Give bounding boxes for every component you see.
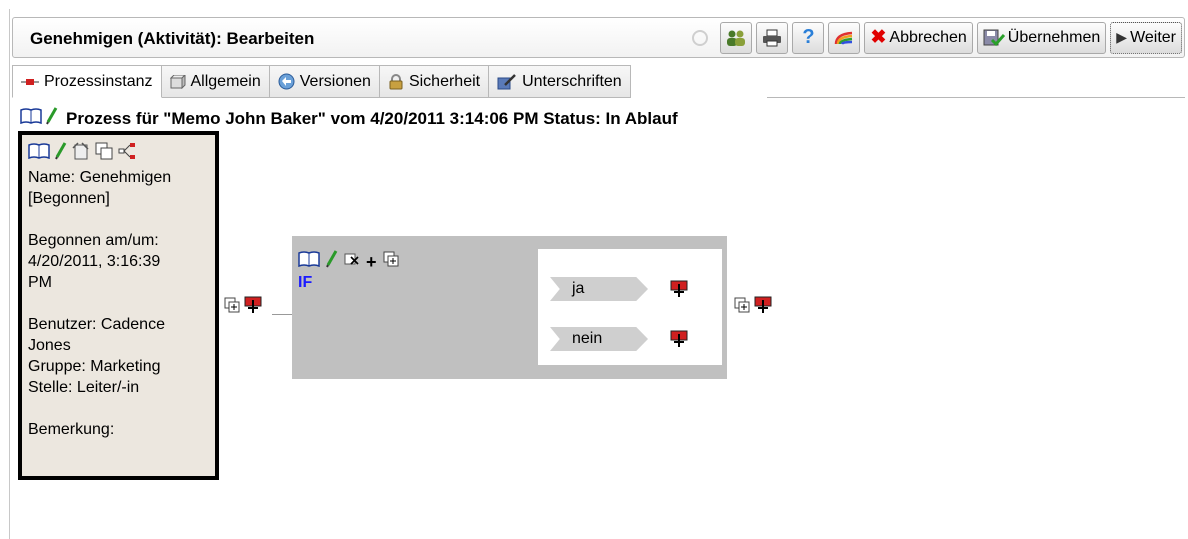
signature-icon xyxy=(497,73,517,90)
edit-pencil-icon[interactable] xyxy=(326,250,338,273)
tab-label: Prozessinstanz xyxy=(44,72,153,90)
tab-label: Versionen xyxy=(299,72,371,90)
next-button[interactable]: ▶ Weiter xyxy=(1110,21,1182,54)
delegate-icon[interactable] xyxy=(72,142,90,166)
tab-allgemein[interactable]: Allgemein xyxy=(161,65,270,98)
branch-label: ja xyxy=(550,277,648,301)
process-instance-icon xyxy=(21,77,39,87)
activity-user: Benutzer: Cadence xyxy=(28,316,165,333)
add-activity-icon[interactable] xyxy=(754,296,772,319)
branch-container: ja nein xyxy=(538,249,722,365)
loading-indicator-icon xyxy=(692,29,709,46)
activity-icons xyxy=(28,142,209,166)
add-activity-icon[interactable] xyxy=(244,296,262,319)
activity-remark: Bemerkung: xyxy=(28,421,115,438)
book-icon[interactable] xyxy=(298,251,320,272)
tab-sicherheit[interactable]: Sicherheit xyxy=(379,65,490,98)
tab-label: Unterschriften xyxy=(522,72,622,90)
rainbow-icon xyxy=(834,30,854,46)
cancel-button[interactable]: ✖ Abbrechen xyxy=(864,21,973,54)
tab-unterschriften[interactable]: Unterschriften xyxy=(489,65,631,98)
tab-prozessinstanz[interactable]: Prozessinstanz xyxy=(12,65,162,98)
dialog-header: Genehmigen (Aktivität): Bearbeiten ? ✖ A… xyxy=(12,17,1185,58)
page-title: Genehmigen (Aktivität): Bearbeiten xyxy=(30,29,315,48)
activity-started-label: Begonnen am/um: xyxy=(28,232,159,249)
if-label: IF xyxy=(298,274,313,291)
book-icon[interactable] xyxy=(28,143,50,165)
apply-button-label: Übernehmen xyxy=(1007,28,1101,46)
activity-user-cont: Jones xyxy=(28,337,71,354)
tab-label: Allgemein xyxy=(190,72,261,90)
activity-position: Stelle: Leiter/-in xyxy=(28,379,140,396)
help-icon: ? xyxy=(802,26,815,48)
play-icon: ▶ xyxy=(1116,29,1128,45)
branch-nein[interactable]: nein xyxy=(550,327,688,351)
edit-pencil-icon[interactable] xyxy=(46,107,58,130)
tab-divider xyxy=(767,97,1185,98)
activity-status: [Begonnen] xyxy=(28,190,110,207)
versions-icon xyxy=(278,73,295,90)
right-connector xyxy=(734,296,772,319)
apply-button[interactable]: Übernehmen xyxy=(976,21,1107,54)
left-connector xyxy=(224,296,262,319)
color-button[interactable] xyxy=(828,21,861,54)
toolbar: ? ✖ Abbrechen Übernehmen ▶ Weiter xyxy=(692,21,1182,54)
activity-started-date: 4/20/2011, 3:16:39 xyxy=(28,253,161,270)
if-icons: + xyxy=(298,250,399,273)
activity-info-box[interactable]: Name: Genehmigen [Begonnen] Begonnen am/… xyxy=(18,131,219,480)
flow-icon[interactable] xyxy=(118,142,136,166)
print-button[interactable] xyxy=(756,21,789,54)
activity-name: Name: Genehmigen xyxy=(28,169,172,186)
book-icon[interactable] xyxy=(20,108,42,129)
printer-icon xyxy=(762,29,782,47)
tab-label: Sicherheit xyxy=(408,72,481,90)
users-button[interactable] xyxy=(720,21,753,54)
branch-label: nein xyxy=(550,327,648,351)
general-icon xyxy=(169,74,186,89)
tab-versionen[interactable]: Versionen xyxy=(269,65,380,98)
branch-ja[interactable]: ja xyxy=(550,277,688,301)
if-condition-block[interactable]: + IF ja nein xyxy=(292,236,727,379)
save-check-icon xyxy=(983,29,1005,47)
process-title: Prozess für "Memo John Baker" vom 4/20/2… xyxy=(66,108,678,128)
lock-icon xyxy=(388,73,404,90)
activity-started-ampm: PM xyxy=(28,274,52,291)
insert-after-icon[interactable] xyxy=(224,297,240,318)
copy-icon[interactable] xyxy=(95,142,113,166)
add-activity-icon[interactable] xyxy=(670,280,688,298)
help-button[interactable]: ? xyxy=(792,21,825,54)
delete-icon[interactable] xyxy=(344,251,360,272)
tab-bar: Prozessinstanz Allgemein Versionen Siche… xyxy=(12,65,631,98)
next-button-label: Weiter xyxy=(1130,28,1176,46)
close-icon: ✖ xyxy=(870,27,887,48)
add-activity-icon[interactable] xyxy=(670,330,688,348)
activity-group: Gruppe: Marketing xyxy=(28,358,161,375)
plus-icon[interactable]: + xyxy=(366,253,377,271)
insert-branch-icon[interactable] xyxy=(383,251,399,272)
cancel-button-label: Abbrechen xyxy=(889,28,967,46)
edit-pencil-icon[interactable] xyxy=(55,142,67,166)
connector-line xyxy=(272,314,292,315)
process-header: Prozess für "Memo John Baker" vom 4/20/2… xyxy=(20,107,678,130)
insert-after-icon[interactable] xyxy=(734,297,750,318)
users-icon xyxy=(726,29,746,47)
